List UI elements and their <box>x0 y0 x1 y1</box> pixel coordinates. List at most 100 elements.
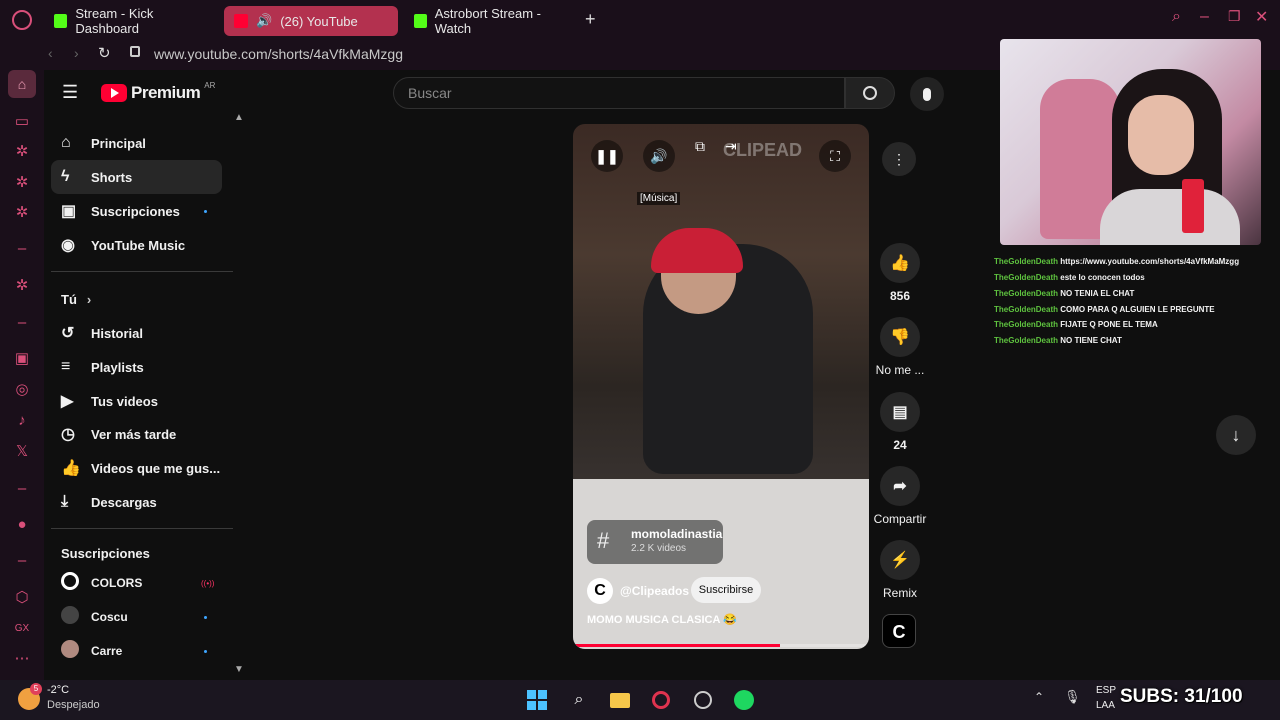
nav-ver-mas-tarde[interactable]: ◷ Ver más tarde <box>51 417 222 451</box>
chat-text: este lo conocen todos <box>1060 273 1145 282</box>
language-top[interactable]: ESP <box>1096 685 1116 696</box>
sub-coscu[interactable]: Coscu <box>51 600 222 634</box>
tray-chevron-icon[interactable]: ⌃ <box>1034 690 1044 704</box>
dislike-action[interactable]: 👎 No me ... <box>872 317 928 377</box>
nav-tus-videos[interactable]: ▶ Tus videos <box>51 384 222 418</box>
youtube-logo[interactable]: Premium AR <box>101 81 215 103</box>
subscriptions-icon: ▣ <box>61 203 77 220</box>
nav-suscripciones[interactable]: ▣ Suscripciones <box>51 194 222 228</box>
settings-icon[interactable]: ⬡ <box>13 589 31 607</box>
tab-kick-dashboard[interactable]: Stream - Kick Dashboard <box>44 6 224 36</box>
twitch-icon[interactable]: ▭ <box>13 113 31 131</box>
divider <box>51 271 233 272</box>
microphone-icon[interactable]: 🎙 <box>1064 689 1081 705</box>
file-explorer-icon[interactable] <box>607 687 633 713</box>
spotify-icon[interactable] <box>731 687 757 713</box>
voice-search-button[interactable] <box>910 77 944 111</box>
search-button[interactable] <box>845 77 895 109</box>
pause-button[interactable]: ❚❚ <box>591 140 623 172</box>
minimize-button[interactable]: – <box>1200 8 1209 26</box>
nav-label: Tus videos <box>91 393 158 409</box>
fullscreen-button[interactable]: ⛶ <box>819 140 851 172</box>
short-video-player[interactable]: ❚❚ 🔊 ⧉ ⇥ CLIPEAD ⛶ [Música] # momoladina… <box>573 124 869 649</box>
share-label: Compartir <box>873 512 927 526</box>
overlay-caption: [Música] <box>637 192 681 205</box>
search-icon[interactable]: ⌕ <box>566 687 592 713</box>
tiktok-icon[interactable]: ♪ <box>13 412 31 430</box>
your-videos-icon: ▶ <box>61 393 74 410</box>
back-button[interactable]: ‹ <box>48 45 53 61</box>
more-icon[interactable]: ⋯ <box>13 650 31 668</box>
chat-username: TheGoldenDeath <box>994 320 1059 329</box>
progress-track[interactable] <box>573 644 869 647</box>
nav-principal[interactable]: ⌂ Principal <box>51 126 222 160</box>
comments-action[interactable]: ▤ 24 <box>872 392 928 452</box>
scroll-down-icon[interactable]: ▼ <box>234 664 244 675</box>
music-player-icon[interactable]: ● <box>13 516 31 534</box>
next-short-button[interactable]: ↓ <box>1216 415 1256 455</box>
x-icon[interactable]: 𝕏 <box>13 443 31 461</box>
more-options-button[interactable]: ⋮ <box>882 142 916 176</box>
download-icon: ⤓ <box>61 493 69 510</box>
windows-start-icon[interactable] <box>524 687 550 713</box>
volume-button[interactable]: 🔊 <box>643 140 675 172</box>
channel-avatar[interactable]: C <box>587 578 613 604</box>
divider-icon: – <box>17 240 27 257</box>
chat-text: https://www.youtube.com/shorts/4aVfkMaMz… <box>1060 257 1240 266</box>
search-input[interactable]: Buscar <box>393 77 845 109</box>
liked-icon: 👍 <box>61 460 81 477</box>
tab-astrobort[interactable]: Astrobort Stream - Watch <box>404 6 578 36</box>
close-window-button[interactable]: ✕ <box>1255 7 1268 27</box>
nav-shorts[interactable]: ϟ Shorts <box>51 160 222 194</box>
nav-descargas[interactable]: ⤓ Descargas <box>51 485 222 519</box>
nav-youtube-music[interactable]: ◉ YouTube Music <box>51 228 222 262</box>
nav-playlists[interactable]: ≡ Playlists <box>51 350 222 384</box>
nav-historial[interactable]: ↺ Historial <box>51 316 222 350</box>
chatgpt-icon[interactable]: ✲ <box>13 277 31 295</box>
nav-you-heading[interactable]: Tú › <box>51 282 222 316</box>
instagram-icon[interactable]: ◎ <box>13 381 31 399</box>
nav-label: Descargas <box>91 494 157 510</box>
comment-icon: ▤ <box>880 392 920 432</box>
chat-text: FIJATE Q PONE EL TEMA <box>1060 320 1158 329</box>
subscribe-button[interactable]: Suscribirse <box>691 577 761 603</box>
chatgpt-icon[interactable]: ✲ <box>13 143 31 161</box>
forward-button[interactable]: › <box>74 45 79 61</box>
tab-youtube[interactable]: 🔊 (26) YouTube <box>224 6 398 36</box>
video-title: MOMO MUSICA CLASICA 😂 <box>587 614 737 626</box>
hashtag-icon: # <box>597 528 610 553</box>
menu-icon[interactable]: ☰ <box>62 82 78 103</box>
reload-button[interactable]: ↻ <box>98 44 111 62</box>
obs-icon[interactable] <box>690 687 716 713</box>
red-can <box>1182 179 1204 233</box>
remix-action[interactable]: ⚡ Remix <box>872 540 928 600</box>
channel-name[interactable]: @Clipeados <box>620 584 689 598</box>
nav-label: Historial <box>91 325 144 341</box>
playlists-icon: ≡ <box>61 358 71 375</box>
audio-icon[interactable]: 🔊 <box>256 13 272 29</box>
hashtag-chip[interactable]: # momoladinastia 2.2 K videos <box>587 520 723 564</box>
search-tabs-icon[interactable]: ⌕ <box>1172 8 1181 26</box>
chat-message: TheGoldenDeath este lo conocen todos <box>994 273 1145 282</box>
miniplayer-icon[interactable]: ⧉ <box>695 138 705 155</box>
maximize-button[interactable]: ❐ <box>1228 8 1241 25</box>
sound-avatar[interactable]: C <box>882 614 916 648</box>
share-action[interactable]: ➦ Compartir <box>872 466 928 526</box>
home-icon[interactable]: ⌂ <box>8 70 36 98</box>
scroll-up-icon[interactable]: ▲ <box>234 112 244 123</box>
watermark: CLIPEAD <box>723 140 803 160</box>
nav-liked-videos[interactable]: 👍 Videos que me gus... <box>51 451 222 485</box>
new-tab-button[interactable]: + <box>585 9 596 30</box>
gx-icon[interactable]: GX <box>13 620 31 638</box>
opera-gx-icon[interactable] <box>648 687 674 713</box>
twitch-icon[interactable]: ▣ <box>13 350 31 368</box>
url-field[interactable]: www.youtube.com/shorts/4aVfkMaMzgg <box>154 46 403 62</box>
chatgpt-icon[interactable]: ✲ <box>13 204 31 222</box>
sub-colors[interactable]: COLORS <box>51 566 222 600</box>
language-bottom[interactable]: LAA <box>1096 700 1115 711</box>
like-action[interactable]: 👍 856 <box>872 243 928 303</box>
chatgpt-icon[interactable]: ✲ <box>13 174 31 192</box>
opera-menu-icon[interactable] <box>12 10 32 30</box>
sub-carre[interactable]: Carre <box>51 634 222 668</box>
streamer-sweater <box>1100 189 1240 245</box>
